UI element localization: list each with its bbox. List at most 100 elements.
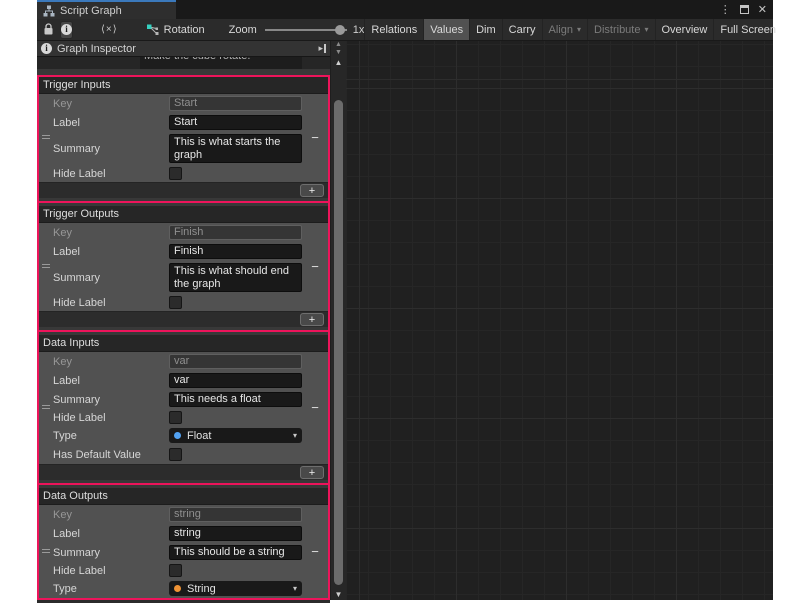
graph-inspector-title: Graph Inspector [57,43,136,55]
key-input: var [169,354,302,369]
remove-item-button[interactable]: − [307,130,323,146]
field-label: Type [53,430,169,442]
graph-toolbar: i ⟨×⟩ Rotation Zoom 1x Relations Values … [37,19,773,41]
type-dropdown[interactable]: String ▾ [169,581,302,596]
field-label: Label [53,117,169,129]
hide-label-checkbox[interactable] [169,411,182,424]
label-input[interactable]: Finish [169,244,302,259]
drag-handle-icon[interactable] [42,405,50,411]
carry-button[interactable]: Carry [502,19,542,40]
port-item: − Key Start Label Start Summary This is … [39,94,328,182]
add-item-button[interactable]: + [300,466,324,479]
summary-input[interactable]: This needs a float [169,392,302,407]
hide-label-checkbox[interactable] [169,564,182,577]
toolbar-buttons: Relations Values Dim Carry Align▾ Distri… [364,19,782,40]
float-type-dot-icon [174,432,181,439]
port-item: − Key Finish Label Finish Summary This i… [39,223,328,311]
section-data-inputs: Data Inputs − Key var Label var [39,335,328,480]
edit-graph-icon[interactable]: ⟨×⟩ [101,24,118,35]
type-dropdown[interactable]: Float ▾ [169,428,302,443]
window-controls: ⋮ ✕ [720,0,773,19]
field-label: Summary [53,143,169,155]
field-label: Key [53,227,169,239]
chevron-down-icon: ▾ [293,584,297,593]
full-screen-button[interactable]: Full Screen [713,19,782,40]
add-item-button[interactable]: + [300,184,324,197]
field-label: Summary [53,272,169,284]
field-label: Summary [53,394,169,406]
label-input[interactable]: Start [169,115,302,130]
rotation-icon [146,23,159,36]
distribute-dropdown-button[interactable]: Distribute▾ [587,19,654,40]
add-row: + [39,464,328,480]
has-default-value-checkbox[interactable] [169,448,182,461]
zoom-value: 1x [353,24,365,36]
add-item-button[interactable]: + [300,313,324,326]
section-header: Data Outputs [39,488,328,505]
section-gap [39,480,328,488]
field-label: Key [53,98,169,110]
graph-canvas[interactable] [346,41,773,600]
field-label: Summary [53,547,169,559]
collapse-panel-icon[interactable]: ▸ [318,44,326,53]
add-row: + [39,182,328,198]
remove-item-button[interactable]: − [307,400,323,416]
field-label: Hide Label [53,297,169,309]
drag-handle-icon[interactable] [42,549,50,555]
lock-icon[interactable] [43,23,54,36]
summary-input[interactable]: This should be a string [169,545,302,560]
field-label: Key [53,509,169,521]
field-label: Hide Label [53,565,169,577]
summary-input[interactable]: This is what starts the graph [169,134,302,163]
chevron-down-icon: ▾ [644,25,648,34]
scroll-down-arrow-icon[interactable]: ▼ [331,590,346,599]
scrollbar-thumb[interactable] [334,100,343,585]
scroll-down-mini-icon[interactable]: ▼ [331,49,346,57]
inspector-scrollbar[interactable]: ▲ ▼ ▲ ▼ [330,41,346,600]
graph-inspector-header: i Graph Inspector ▸ [37,41,330,57]
zoom-slider[interactable] [265,24,347,36]
section-header: Trigger Outputs [39,206,328,223]
info-icon: i [61,24,72,35]
label-input[interactable]: var [169,373,302,388]
field-label: Type [53,583,169,595]
add-row: + [39,311,328,327]
remove-item-button[interactable]: − [307,259,323,275]
scroll-up-mini-icon[interactable]: ▲ [331,41,346,49]
info-icon: i [41,43,52,54]
tab-bar: Script Graph ⋮ ✕ [37,0,773,19]
port-item: − Key string Label string Summary This s… [39,505,328,598]
section-header: Trigger Inputs [39,77,328,94]
field-label: Label [53,375,169,387]
rotation-label: Rotation [164,24,205,36]
hide-label-checkbox[interactable] [169,167,182,180]
align-dropdown-button[interactable]: Align▾ [542,19,587,40]
graph-summary-field[interactable]: Make the cube rotate. [140,57,302,69]
scroll-up-arrow-icon[interactable]: ▲ [331,57,346,68]
drag-handle-icon[interactable] [42,264,50,270]
info-toggle-button[interactable]: i [60,21,73,39]
zoom-slider-handle[interactable] [335,25,345,35]
overview-button[interactable]: Overview [655,19,714,40]
window-menu-icon[interactable]: ⋮ [720,3,731,16]
graph-inspector-panel: i Graph Inspector ▸ Make the cube rotate… [37,41,330,600]
relations-button[interactable]: Relations [364,19,423,40]
dim-button[interactable]: Dim [469,19,502,40]
field-label: Label [53,246,169,258]
window-close-icon[interactable]: ✕ [758,3,767,16]
values-button[interactable]: Values [423,19,469,40]
summary-input[interactable]: This is what should end the graph [169,263,302,292]
section-data-outputs: Data Outputs − Key string Label string [39,488,328,598]
tab-script-graph[interactable]: Script Graph [37,0,176,19]
field-label: Hide Label [53,168,169,180]
key-input: string [169,507,302,522]
drag-handle-icon[interactable] [42,135,50,141]
type-value: String [187,583,216,595]
highlighted-sections: Trigger Inputs − Key Start Label Start [37,75,330,600]
remove-item-button[interactable]: − [307,544,323,560]
label-input[interactable]: string [169,526,302,541]
section-header: Data Inputs [39,335,328,352]
window-maximize-icon[interactable] [740,5,749,14]
section-trigger-outputs: Trigger Outputs − Key Finish Label Finis… [39,206,328,327]
hide-label-checkbox[interactable] [169,296,182,309]
